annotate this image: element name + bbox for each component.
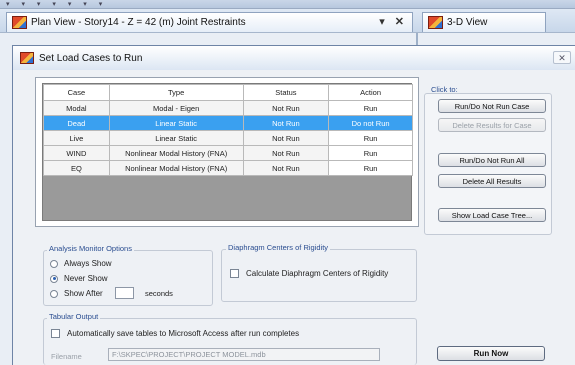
cell-case: EQ xyxy=(43,160,110,176)
calculate-diaphragm-checkbox[interactable] xyxy=(230,269,239,278)
run-do-not-run-case-button[interactable]: Run/Do Not Run Case xyxy=(438,99,546,113)
always-show-label: Always Show xyxy=(64,259,112,268)
table-row[interactable]: EQ Nonlinear Modal History (FNA) Not Run… xyxy=(43,160,413,176)
etabs-app-icon xyxy=(12,16,27,29)
show-load-case-tree-button[interactable]: Show Load Case Tree... xyxy=(438,208,546,222)
pin-dropdown-icon[interactable]: ▾ xyxy=(379,16,385,28)
dialog-title-bar[interactable]: Set Load Cases to Run ✕ xyxy=(13,46,575,70)
cell-status: Not Run xyxy=(242,100,330,116)
cell-status: Not Run xyxy=(242,145,330,161)
delete-all-results-button[interactable]: Delete All Results xyxy=(438,174,546,188)
auto-save-label: Automatically save tables to Microsoft A… xyxy=(67,329,300,338)
tab-3d-view[interactable]: 3-D View xyxy=(422,12,546,32)
tab-close-icon[interactable]: ✕ xyxy=(395,16,404,28)
etabs-app-icon xyxy=(20,52,34,64)
cell-action[interactable]: Run xyxy=(328,145,413,161)
show-after-radio[interactable] xyxy=(50,289,58,298)
column-header-case[interactable]: Case xyxy=(43,84,110,101)
load-cases-grid: Case Type Status Action Modal Modal - Ei… xyxy=(42,83,413,221)
auto-save-option[interactable]: Automatically save tables to Microsoft A… xyxy=(51,329,299,338)
cell-status: Not Run xyxy=(242,115,330,131)
cell-type: Nonlinear Modal History (FNA) xyxy=(108,160,244,176)
etabs-app-icon xyxy=(428,16,443,29)
cell-type: Modal - Eigen xyxy=(108,100,244,116)
never-show-label: Never Show xyxy=(64,274,108,283)
dialog-title: Set Load Cases to Run xyxy=(39,52,143,64)
auto-save-checkbox[interactable] xyxy=(51,329,60,338)
never-show-radio[interactable] xyxy=(50,274,58,283)
never-show-option[interactable]: Never Show xyxy=(50,274,108,283)
load-cases-table: Case Type Status Action Modal Modal - Ei… xyxy=(43,84,413,176)
diaphragm-title: Diaphragm Centers of Rigidity xyxy=(226,243,331,252)
cell-action[interactable]: Do not Run xyxy=(328,115,413,131)
column-header-action[interactable]: Action xyxy=(328,84,413,101)
cell-action[interactable]: Run xyxy=(328,130,413,146)
show-after-label: Show After xyxy=(64,289,103,298)
calculate-diaphragm-label: Calculate Diaphragm Centers of Rigidity xyxy=(246,269,389,278)
column-header-status[interactable]: Status xyxy=(242,84,330,101)
cell-case: Live xyxy=(43,130,110,146)
table-row[interactable]: Live Linear Static Not Run Run xyxy=(43,130,413,146)
load-cases-frame: Case Type Status Action Modal Modal - Ei… xyxy=(35,77,419,227)
table-row-selected[interactable]: Dead Linear Static Not Run Do not Run xyxy=(43,115,413,131)
cell-case: Modal xyxy=(43,100,110,116)
cell-case: WIND xyxy=(43,145,110,161)
cell-action[interactable]: Run xyxy=(328,100,413,116)
table-row[interactable]: Modal Modal - Eigen Not Run Run xyxy=(43,100,413,116)
cell-action[interactable]: Run xyxy=(328,160,413,176)
cell-type: Linear Static xyxy=(108,115,244,131)
toolbar-glyphs: ▾ ▾ ▾ ▾ ▾ ▾ ▾ xyxy=(6,1,108,8)
tabular-output-title: Tabular Output xyxy=(47,312,101,321)
always-show-option[interactable]: Always Show xyxy=(50,259,112,268)
tab-plan-view[interactable]: Plan View - Story14 - Z = 42 (m) Joint R… xyxy=(6,12,413,32)
cell-status: Not Run xyxy=(242,130,330,146)
cell-case: Dead xyxy=(43,115,110,131)
seconds-label: seconds xyxy=(145,289,173,298)
table-row[interactable]: WIND Nonlinear Modal History (FNA) Not R… xyxy=(43,145,413,161)
cell-type: Linear Static xyxy=(108,130,244,146)
tab-controls: ▾ ✕ xyxy=(379,15,404,28)
delete-results-for-case-button[interactable]: Delete Results for Case xyxy=(438,118,546,132)
calculate-diaphragm-option[interactable]: Calculate Diaphragm Centers of Rigidity xyxy=(230,269,388,278)
run-now-button[interactable]: Run Now xyxy=(437,346,545,361)
cell-status: Not Run xyxy=(242,160,330,176)
tab-3d-view-label: 3-D View xyxy=(447,17,488,28)
run-do-not-run-all-button[interactable]: Run/Do Not Run All xyxy=(438,153,546,167)
filename-field[interactable]: F:\SKPEC\PROJECT\PROJECT MODEL.mdb xyxy=(108,348,380,361)
dialog-close-icon[interactable]: ✕ xyxy=(553,51,571,64)
show-after-option[interactable]: Show After xyxy=(50,289,103,298)
app-toolbar-strip: ▾ ▾ ▾ ▾ ▾ ▾ ▾ xyxy=(0,0,575,9)
window-tab-bar: Plan View - Story14 - Z = 42 (m) Joint R… xyxy=(0,9,575,33)
tab-plan-view-label: Plan View - Story14 - Z = 42 (m) Joint R… xyxy=(31,17,246,28)
cell-type: Nonlinear Modal History (FNA) xyxy=(108,145,244,161)
show-after-seconds-input[interactable] xyxy=(115,287,134,299)
always-show-radio[interactable] xyxy=(50,259,58,268)
analysis-monitor-title: Analysis Monitor Options xyxy=(47,244,134,253)
column-header-type[interactable]: Type xyxy=(108,84,244,101)
filename-label: Filename xyxy=(51,352,82,361)
